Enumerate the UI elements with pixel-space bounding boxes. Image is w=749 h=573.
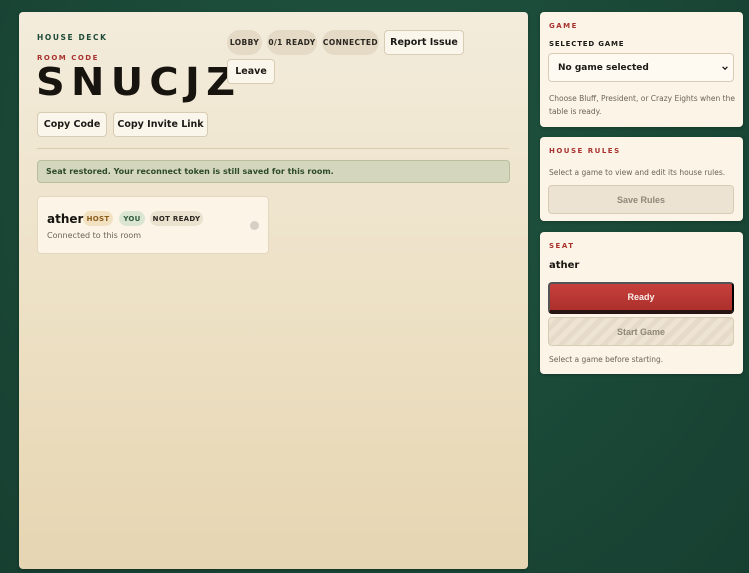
seat-card: SEAT ather Ready Start Game Select a gam… — [540, 232, 743, 374]
start-game-button[interactable]: Start Game — [548, 317, 734, 346]
game-select[interactable]: No game selected — [548, 53, 734, 82]
player-card: ather HOST YOU NOT READY Connected to th… — [37, 196, 269, 254]
player-name: ather — [47, 212, 84, 226]
phase-badge: LOBBY — [227, 30, 262, 55]
seat-card-title: SEAT — [549, 242, 575, 250]
lobby-panel: HOUSE DECK ROOM CODE SNUCJZ Copy Code Co… — [19, 12, 528, 569]
game-card-title: GAME — [549, 22, 578, 30]
house-rules-help-text: Select a game to view and edit its house… — [549, 168, 726, 177]
chevron-down-icon — [722, 66, 728, 71]
seat-player-name: ather — [549, 260, 580, 271]
copy-invite-link-button[interactable]: Copy Invite Link — [113, 112, 208, 137]
ready-status-badge: NOT READY — [150, 211, 203, 226]
ready-button[interactable]: Ready — [548, 282, 734, 314]
you-badge: YOU — [119, 211, 145, 226]
leave-button[interactable]: Leave — [227, 59, 275, 84]
game-select-value: No game selected — [558, 62, 649, 73]
status-dot-icon — [250, 221, 259, 230]
save-rules-button[interactable]: Save Rules — [548, 185, 734, 214]
report-issue-button[interactable]: Report Issue — [384, 30, 464, 55]
host-badge: HOST — [83, 211, 113, 226]
connection-badge: CONNECTED — [322, 30, 379, 55]
house-rules-title: HOUSE RULES — [549, 147, 621, 155]
seat-help-text: Select a game before starting. — [549, 355, 664, 364]
game-help-text: Choose Bluff, President, or Crazy Eights… — [549, 94, 735, 116]
player-connection-text: Connected to this room — [47, 231, 142, 240]
divider — [37, 148, 509, 149]
ready-count-badge: 0/1 READY — [267, 30, 317, 55]
game-card: GAME SELECTED GAME No game selected Choo… — [540, 12, 743, 127]
reconnect-notice: Seat restored. Your reconnect token is s… — [37, 160, 510, 183]
copy-code-button[interactable]: Copy Code — [37, 112, 107, 137]
brand-title: HOUSE DECK — [37, 33, 108, 42]
house-rules-card: HOUSE RULES Select a game to view and ed… — [540, 137, 743, 221]
room-code: SNUCJZ — [36, 60, 242, 104]
selected-game-label: SELECTED GAME — [549, 40, 625, 48]
